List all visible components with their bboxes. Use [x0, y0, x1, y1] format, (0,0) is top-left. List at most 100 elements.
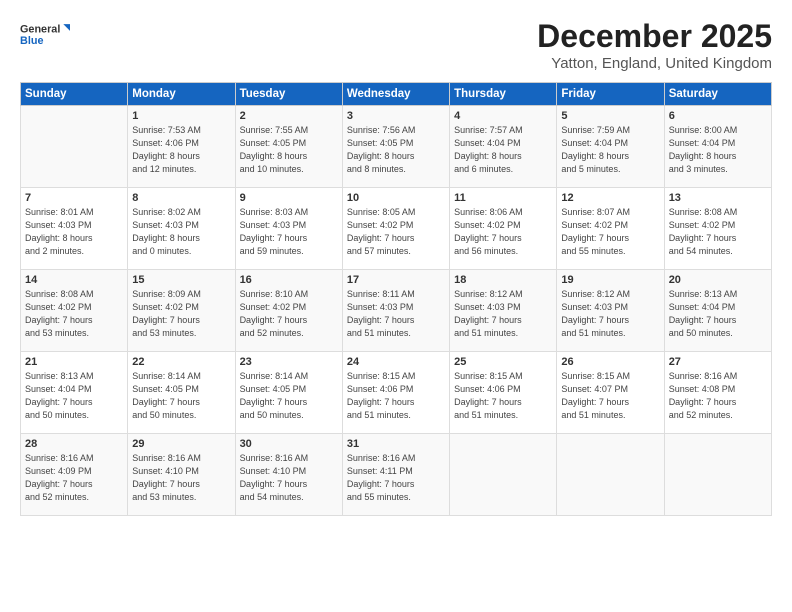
day-number: 15	[132, 274, 230, 286]
day-number: 2	[240, 110, 338, 122]
day-number: 31	[347, 438, 445, 450]
day-cell: 16 Sunrise: 8:10 AM Sunset: 4:02 PM Dayli…	[235, 270, 342, 352]
week-row-2: 7Sunrise: 8:01 AM Sunset: 4:03 PM Daylig…	[21, 188, 772, 270]
day-cell	[557, 434, 664, 516]
day-cell: 6 Sunrise: 8:00 AM Sunset: 4:04 PM Daylig…	[664, 106, 771, 188]
day-cell	[664, 434, 771, 516]
day-number: 25	[454, 356, 552, 368]
day-info: Sunrise: 8:10 AM Sunset: 4:02 PM Dayligh…	[240, 288, 338, 340]
day-cell: 1Sunrise: 7:53 AM Sunset: 4:06 PM Daylig…	[128, 106, 235, 188]
title-block: December 2025 Yatton, England, United Ki…	[537, 18, 772, 72]
day-number: 23	[240, 356, 338, 368]
day-cell: 21 Sunrise: 8:13 AM Sunset: 4:04 PM Dayli…	[21, 352, 128, 434]
header-row: SundayMondayTuesdayWednesdayThursdayFrid…	[21, 83, 772, 106]
logo: General Blue	[20, 18, 70, 52]
day-info: Sunrise: 8:11 AM Sunset: 4:03 PM Dayligh…	[347, 288, 445, 340]
day-info: Sunrise: 8:14 AM Sunset: 4:05 PM Dayligh…	[132, 370, 230, 422]
day-cell: 26 Sunrise: 8:15 AM Sunset: 4:07 PM Dayli…	[557, 352, 664, 434]
day-info: Sunrise: 8:16 AM Sunset: 4:11 PM Dayligh…	[347, 452, 445, 504]
header-cell-thursday: Thursday	[450, 83, 557, 106]
day-cell: 8Sunrise: 8:02 AM Sunset: 4:03 PM Daylig…	[128, 188, 235, 270]
week-row-3: 14 Sunrise: 8:08 AM Sunset: 4:02 PM Dayli…	[21, 270, 772, 352]
day-info: Sunrise: 8:13 AM Sunset: 4:04 PM Dayligh…	[669, 288, 767, 340]
week-row-5: 28 Sunrise: 8:16 AM Sunset: 4:09 PM Dayli…	[21, 434, 772, 516]
header-cell-tuesday: Tuesday	[235, 83, 342, 106]
day-info: Sunrise: 8:06 AM Sunset: 4:02 PM Dayligh…	[454, 206, 552, 258]
day-cell: 11Sunrise: 8:06 AM Sunset: 4:02 PM Dayli…	[450, 188, 557, 270]
day-cell: 7Sunrise: 8:01 AM Sunset: 4:03 PM Daylig…	[21, 188, 128, 270]
day-number: 12	[561, 192, 659, 204]
day-info: Sunrise: 7:56 AM Sunset: 4:05 PM Dayligh…	[347, 124, 445, 176]
day-cell: 28 Sunrise: 8:16 AM Sunset: 4:09 PM Dayli…	[21, 434, 128, 516]
day-number: 18	[454, 274, 552, 286]
day-cell: 2 Sunrise: 7:55 AM Sunset: 4:05 PM Daylig…	[235, 106, 342, 188]
day-cell: 9Sunrise: 8:03 AM Sunset: 4:03 PM Daylig…	[235, 188, 342, 270]
day-cell: 3 Sunrise: 7:56 AM Sunset: 4:05 PM Daylig…	[342, 106, 449, 188]
day-cell: 23 Sunrise: 8:14 AM Sunset: 4:05 PM Dayli…	[235, 352, 342, 434]
day-cell	[450, 434, 557, 516]
day-cell: 17Sunrise: 8:11 AM Sunset: 4:03 PM Dayli…	[342, 270, 449, 352]
day-number: 24	[347, 356, 445, 368]
day-cell: 29 Sunrise: 8:16 AM Sunset: 4:10 PM Dayli…	[128, 434, 235, 516]
svg-text:General: General	[20, 24, 60, 36]
day-info: Sunrise: 8:12 AM Sunset: 4:03 PM Dayligh…	[561, 288, 659, 340]
day-cell: 5 Sunrise: 7:59 AM Sunset: 4:04 PM Daylig…	[557, 106, 664, 188]
day-number: 14	[25, 274, 123, 286]
day-number: 6	[669, 110, 767, 122]
day-number: 7	[25, 192, 123, 204]
day-info: Sunrise: 8:13 AM Sunset: 4:04 PM Dayligh…	[25, 370, 123, 422]
header: General Blue December 2025 Yatton, Engla…	[20, 18, 772, 72]
day-number: 3	[347, 110, 445, 122]
day-info: Sunrise: 8:08 AM Sunset: 4:02 PM Dayligh…	[25, 288, 123, 340]
day-number: 10	[347, 192, 445, 204]
day-number: 28	[25, 438, 123, 450]
header-cell-friday: Friday	[557, 83, 664, 106]
day-number: 4	[454, 110, 552, 122]
day-info: Sunrise: 7:59 AM Sunset: 4:04 PM Dayligh…	[561, 124, 659, 176]
day-number: 22	[132, 356, 230, 368]
day-info: Sunrise: 8:00 AM Sunset: 4:04 PM Dayligh…	[669, 124, 767, 176]
day-cell: 27Sunrise: 8:16 AM Sunset: 4:08 PM Dayli…	[664, 352, 771, 434]
day-cell: 13Sunrise: 8:08 AM Sunset: 4:02 PM Dayli…	[664, 188, 771, 270]
day-info: Sunrise: 8:09 AM Sunset: 4:02 PM Dayligh…	[132, 288, 230, 340]
day-number: 29	[132, 438, 230, 450]
day-number: 5	[561, 110, 659, 122]
day-info: Sunrise: 8:16 AM Sunset: 4:09 PM Dayligh…	[25, 452, 123, 504]
day-number: 19	[561, 274, 659, 286]
main-title: December 2025	[537, 18, 772, 55]
logo-svg: General Blue	[20, 18, 70, 52]
day-cell: 20Sunrise: 8:13 AM Sunset: 4:04 PM Dayli…	[664, 270, 771, 352]
header-cell-monday: Monday	[128, 83, 235, 106]
day-cell: 12 Sunrise: 8:07 AM Sunset: 4:02 PM Dayli…	[557, 188, 664, 270]
day-number: 27	[669, 356, 767, 368]
day-info: Sunrise: 8:14 AM Sunset: 4:05 PM Dayligh…	[240, 370, 338, 422]
day-info: Sunrise: 8:07 AM Sunset: 4:02 PM Dayligh…	[561, 206, 659, 258]
day-info: Sunrise: 7:53 AM Sunset: 4:06 PM Dayligh…	[132, 124, 230, 176]
day-cell: 10Sunrise: 8:05 AM Sunset: 4:02 PM Dayli…	[342, 188, 449, 270]
day-info: Sunrise: 7:55 AM Sunset: 4:05 PM Dayligh…	[240, 124, 338, 176]
day-cell: 19 Sunrise: 8:12 AM Sunset: 4:03 PM Dayli…	[557, 270, 664, 352]
day-cell: 15 Sunrise: 8:09 AM Sunset: 4:02 PM Dayli…	[128, 270, 235, 352]
day-cell: 4Sunrise: 7:57 AM Sunset: 4:04 PM Daylig…	[450, 106, 557, 188]
day-cell: 24 Sunrise: 8:15 AM Sunset: 4:06 PM Dayli…	[342, 352, 449, 434]
day-info: Sunrise: 8:16 AM Sunset: 4:10 PM Dayligh…	[240, 452, 338, 504]
header-cell-wednesday: Wednesday	[342, 83, 449, 106]
day-number: 21	[25, 356, 123, 368]
day-cell: 30Sunrise: 8:16 AM Sunset: 4:10 PM Dayli…	[235, 434, 342, 516]
day-cell: 14 Sunrise: 8:08 AM Sunset: 4:02 PM Dayli…	[21, 270, 128, 352]
day-info: Sunrise: 8:15 AM Sunset: 4:06 PM Dayligh…	[454, 370, 552, 422]
day-info: Sunrise: 8:08 AM Sunset: 4:02 PM Dayligh…	[669, 206, 767, 258]
day-cell: 22 Sunrise: 8:14 AM Sunset: 4:05 PM Dayli…	[128, 352, 235, 434]
day-info: Sunrise: 8:15 AM Sunset: 4:06 PM Dayligh…	[347, 370, 445, 422]
day-cell: 25 Sunrise: 8:15 AM Sunset: 4:06 PM Dayli…	[450, 352, 557, 434]
day-info: Sunrise: 8:15 AM Sunset: 4:07 PM Dayligh…	[561, 370, 659, 422]
page: General Blue December 2025 Yatton, Engla…	[0, 0, 792, 612]
day-info: Sunrise: 8:16 AM Sunset: 4:10 PM Dayligh…	[132, 452, 230, 504]
day-cell	[21, 106, 128, 188]
header-cell-sunday: Sunday	[21, 83, 128, 106]
day-info: Sunrise: 8:02 AM Sunset: 4:03 PM Dayligh…	[132, 206, 230, 258]
day-number: 16	[240, 274, 338, 286]
day-number: 26	[561, 356, 659, 368]
svg-text:Blue: Blue	[20, 35, 43, 47]
header-cell-saturday: Saturday	[664, 83, 771, 106]
